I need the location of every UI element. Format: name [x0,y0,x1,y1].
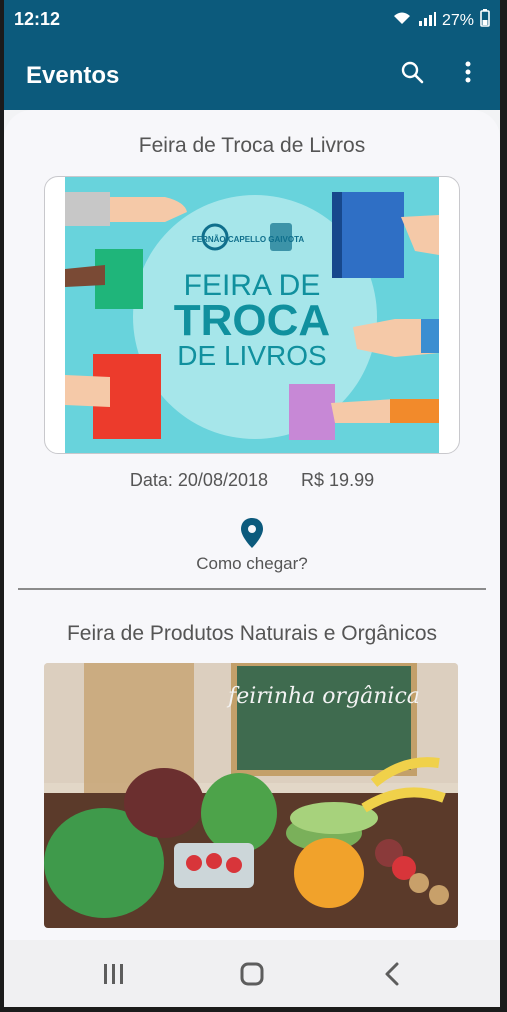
wifi-icon [392,10,412,31]
search-button[interactable] [398,58,426,86]
page-title: Eventos [26,62,120,89]
event-date: Data: 20/08/2018 [129,470,269,490]
event-banner-image: FERNÃO CAPELLO GAIVOTA FEIRA DE TROCA DE… [65,177,439,453]
event-price: R$ 19.99 [301,470,375,490]
home-icon [240,962,264,986]
home-button[interactable] [232,958,272,990]
status-bar: 12:12 27% [4,0,500,40]
event-image[interactable]: feirinha orgânica [44,663,458,928]
event-title: Feira de Produtos Naturais e Orgânicos [66,622,437,645]
event-title: Feira de Troca de Livros [138,134,366,157]
board-text: feirinha orgânica [226,684,420,709]
directions-link[interactable]: Como chegar? [4,554,500,574]
search-icon [401,61,424,84]
banner-line3: DE LIVROS [177,340,326,371]
divider [18,588,486,590]
app-bar: Eventos [4,40,500,110]
banner-line2: TROCA [174,296,330,345]
screen: 12:12 27% Eventos Feira de Troca de Livr… [4,0,500,1007]
more-vert-icon [465,61,471,83]
battery-icon [480,9,490,32]
brand-logo-text: FERNÃO CAPELLO GAIVOTA [192,235,305,244]
signal-icon [418,10,436,31]
events-list[interactable]: Feira de Troca de Livros FERNÃO CAPELLO … [4,110,500,940]
more-options-button[interactable] [454,58,482,86]
status-right: 27% [392,9,490,32]
app-bar-actions [398,58,482,86]
battery-percentage: 27% [441,11,474,29]
recent-apps-icon [104,964,123,984]
system-navigation-bar [4,940,500,1007]
phone-frame: 12:12 27% Eventos Feira de Troca de Livr… [0,0,507,1012]
event-card[interactable]: FERNÃO CAPELLO GAIVOTA FEIRA DE TROCA DE… [44,176,460,454]
status-time: 12:12 [14,9,61,29]
recent-apps-button[interactable] [94,958,134,990]
location-pin-icon[interactable] [240,518,264,548]
event-meta: Data: 20/08/2018 R$ 19.99 [4,470,500,491]
back-icon [385,962,399,986]
back-button[interactable] [372,958,412,990]
